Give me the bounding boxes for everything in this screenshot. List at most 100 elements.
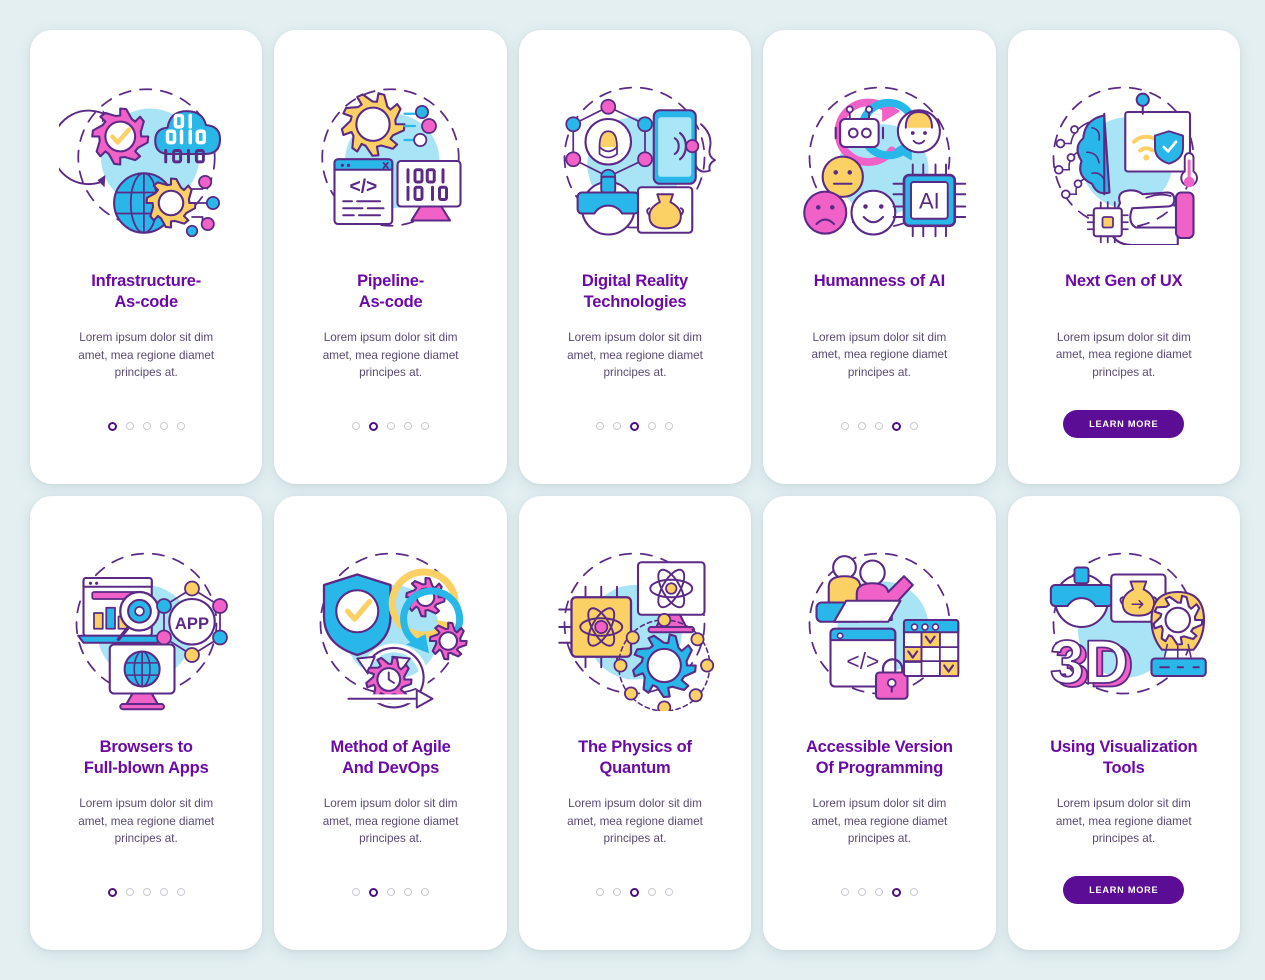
card-title: The Physics of Quantum <box>578 738 692 778</box>
onboarding-card-next-gen-of-ux: Next Gen of UX Lorem ipsum dolor sit dim … <box>1007 30 1240 484</box>
pagination-dot-2-active[interactable] <box>369 887 379 897</box>
onboarding-card-infrastructure-as-code: Infrastructure- As-code Lorem ipsum dolor… <box>30 30 263 484</box>
pagination-dots <box>352 421 430 431</box>
card-footer <box>840 880 918 904</box>
onboarding-card-humanness-of-ai: AI Humanness of AI Lorem ipsum dolor sit … <box>763 30 996 484</box>
card-footer <box>596 880 674 904</box>
card-title: Browsers to Full-blown Apps <box>83 738 209 778</box>
svg-text:3D: 3D <box>1050 628 1128 696</box>
pagination-dot-4[interactable] <box>648 888 657 896</box>
pagination-dots <box>352 887 430 897</box>
pagination-dots <box>596 887 674 897</box>
card-body-text: Lorem ipsum dolor sit dim amet, mea regi… <box>811 331 948 379</box>
pagination-dots <box>107 887 185 897</box>
pagination-dots <box>596 421 674 431</box>
svg-text:</>: </> <box>350 177 378 198</box>
pagination-dot-5[interactable] <box>176 422 185 430</box>
pagination-dot-3-active[interactable] <box>630 887 640 897</box>
pagination-dot-4-active[interactable] <box>891 887 901 897</box>
card-body-text: Lorem ipsum dolor sit dim amet, mea regi… <box>567 331 703 379</box>
pagination-dot-1[interactable] <box>596 888 605 896</box>
card-footer <box>107 880 185 904</box>
pagination-dot-5[interactable] <box>665 422 674 430</box>
pagination-dot-5[interactable] <box>909 888 918 896</box>
humanness-of-ai-illustration: AI <box>792 70 967 245</box>
quantum-physics-illustration <box>547 536 722 711</box>
pagination-dot-3[interactable] <box>874 422 883 430</box>
card-footer <box>352 880 430 904</box>
learn-more-button[interactable]: LEARN MORE <box>1063 876 1185 904</box>
onboarding-card-digital-reality-technologies: Digital Reality Technologies Lorem ipsum … <box>518 30 752 484</box>
pagination-dot-2[interactable] <box>857 422 866 430</box>
pagination-dot-4[interactable] <box>404 888 413 896</box>
card-title: Next Gen of UX <box>1065 272 1183 290</box>
card-footer <box>352 414 430 438</box>
pagination-dot-4[interactable] <box>159 422 168 430</box>
pagination-dot-1[interactable] <box>840 888 849 896</box>
card-body-text: Lorem ipsum dolor sit dim amet, mea regi… <box>78 331 215 379</box>
pagination-dot-4[interactable] <box>159 888 168 896</box>
pagination-dot-2[interactable] <box>613 888 622 896</box>
card-body-text: Lorem ipsum dolor sit dim amet, mea regi… <box>567 797 703 845</box>
agile-devops-illustration <box>303 536 478 711</box>
pagination-dot-3[interactable] <box>142 422 151 430</box>
pagination-dot-1-active[interactable] <box>107 887 117 897</box>
pagination-dot-5[interactable] <box>176 888 185 896</box>
pagination-dot-2[interactable] <box>125 422 134 430</box>
svg-text:AI: AI <box>919 188 940 213</box>
infrastructure-as-code-illustration <box>58 70 234 245</box>
onboarding-card-pipeline-as-code: </> Pipeline- As-code Lorem ipsum dolor s… <box>274 30 507 484</box>
card-body-text: Lorem ipsum dolor sit dim amet, mea regi… <box>322 797 459 845</box>
pagination-dot-2[interactable] <box>857 888 866 896</box>
card-footer <box>107 414 185 438</box>
card-footer: LEARN MORE <box>1063 876 1185 904</box>
card-title: Method of Agile And DevOps <box>330 738 451 778</box>
onboarding-card-accessible-version-of-programming: </> Accessible Version Of Programming Lor… <box>763 496 996 950</box>
accessible-programming-illustration: </> <box>792 536 967 711</box>
onboarding-card-method-of-agile-and-devops: Method of Agile And DevOps Lorem ipsum do… <box>274 496 507 950</box>
pagination-dot-4[interactable] <box>404 422 413 430</box>
pagination-dot-5[interactable] <box>421 422 430 430</box>
pagination-dots <box>107 421 185 431</box>
card-body-text: Lorem ipsum dolor sit dim amet, mea regi… <box>322 331 459 379</box>
card-title: Pipeline- As-code <box>357 272 425 312</box>
browsers-to-apps-illustration: APP <box>59 536 234 711</box>
pagination-dot-3[interactable] <box>874 888 883 896</box>
card-title: Infrastructure- As-code <box>91 272 202 312</box>
card-footer <box>840 414 918 438</box>
card-body-text: Lorem ipsum dolor sit dim amet, mea regi… <box>1055 331 1192 379</box>
pagination-dot-1[interactable] <box>840 422 849 430</box>
onboarding-card-the-physics-of-quantum: The Physics of Quantum Lorem ipsum dolor … <box>518 496 752 950</box>
pagination-dot-4[interactable] <box>648 422 657 430</box>
pagination-dot-3[interactable] <box>387 422 396 430</box>
pagination-dots <box>840 887 918 897</box>
visualization-tools-illustration: 3D 3D <box>1036 536 1211 711</box>
pagination-dot-5[interactable] <box>421 888 430 896</box>
card-title: Digital Reality Technologies <box>581 272 689 312</box>
pagination-dot-1[interactable] <box>596 422 605 430</box>
learn-more-button[interactable]: LEARN MORE <box>1063 410 1185 438</box>
onboarding-screens-grid: Infrastructure- As-code Lorem ipsum dolor… <box>0 0 1265 980</box>
card-title: Using Visualization Tools <box>1050 738 1198 778</box>
pagination-dot-3[interactable] <box>142 888 151 896</box>
pagination-dot-5[interactable] <box>665 888 674 896</box>
card-body-text: Lorem ipsum dolor sit dim amet, mea regi… <box>78 797 215 845</box>
card-title: Humanness of AI <box>813 272 945 290</box>
svg-text:APP: APP <box>175 614 209 633</box>
card-body-text: Lorem ipsum dolor sit dim amet, mea regi… <box>811 797 948 845</box>
pagination-dot-2[interactable] <box>613 422 622 430</box>
pipeline-as-code-illustration: </> <box>303 70 478 245</box>
pagination-dot-1-active[interactable] <box>107 421 117 431</box>
pagination-dot-4-active[interactable] <box>891 421 901 431</box>
pagination-dot-1[interactable] <box>352 888 361 896</box>
pagination-dot-2[interactable] <box>125 888 134 896</box>
onboarding-card-browsers-to-full-blown-apps: APP Browsers to Full-blown Apps Lorem ips… <box>30 496 263 950</box>
pagination-dot-5[interactable] <box>909 422 918 430</box>
pagination-dots <box>840 421 918 431</box>
pagination-dot-3[interactable] <box>387 888 396 896</box>
card-title: Accessible Version Of Programming <box>805 738 953 778</box>
svg-text:</>: </> <box>846 648 879 674</box>
pagination-dot-3-active[interactable] <box>630 421 640 431</box>
pagination-dot-1[interactable] <box>352 422 361 430</box>
pagination-dot-2-active[interactable] <box>369 421 379 431</box>
